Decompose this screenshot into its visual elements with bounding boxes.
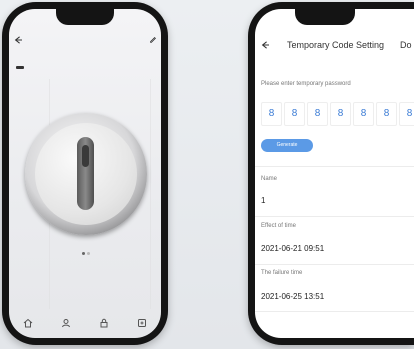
home-icon[interactable] [23,318,33,328]
password-digit[interactable]: 8 [307,102,328,126]
password-digit[interactable]: 8 [261,102,282,126]
lock-icon[interactable] [99,318,109,328]
password-digit[interactable]: 8 [353,102,374,126]
divider [255,166,414,167]
lock-face [35,123,137,225]
divider [255,216,414,217]
divider [255,264,414,265]
bottom-nav [9,314,161,332]
failure-time-value[interactable]: 2021-06-25 13:51 [261,292,324,301]
generate-button[interactable]: Generate [261,139,313,152]
battery-indicator [16,66,24,69]
temporary-code-screen: Temporary Code Setting Do Please enter t… [255,9,414,338]
page-dot-active [82,252,85,255]
user-icon[interactable] [61,318,71,328]
page-indicator [82,242,92,260]
page-title: Temporary Code Setting [287,40,385,50]
effect-time-label: Effect of time [261,223,296,229]
done-button[interactable]: Do [400,40,412,50]
back-arrow-icon[interactable] [261,41,269,49]
right-phone-frame: Temporary Code Setting Do Please enter t… [248,2,414,345]
settings-icon[interactable] [137,318,147,328]
lock-handle-inset [82,145,89,167]
edit-icon[interactable] [149,36,157,44]
password-digit[interactable]: 8 [284,102,305,126]
notch [295,9,355,25]
password-digit[interactable]: 8 [330,102,351,126]
name-label: Name [261,176,278,182]
password-input[interactable]: 8 8 8 8 8 8 8 8 [261,102,414,126]
back-arrow-icon[interactable] [14,36,22,44]
nav-header: Temporary Code Setting Do [255,37,414,55]
page-dot [87,252,90,255]
password-digit[interactable]: 8 [376,102,397,126]
lock-home-screen [9,9,161,338]
left-phone-frame [2,2,168,345]
smart-lock-image[interactable] [25,113,147,235]
name-value[interactable]: 1 [261,196,265,205]
lock-handle [77,137,94,210]
effect-time-value[interactable]: 2021-06-21 09:51 [261,244,324,253]
divider [255,311,414,312]
failure-time-label: The failure time [261,270,303,276]
notch [56,9,114,25]
password-digit[interactable]: 8 [399,102,414,126]
password-prompt: Please enter temporary password [261,81,351,87]
